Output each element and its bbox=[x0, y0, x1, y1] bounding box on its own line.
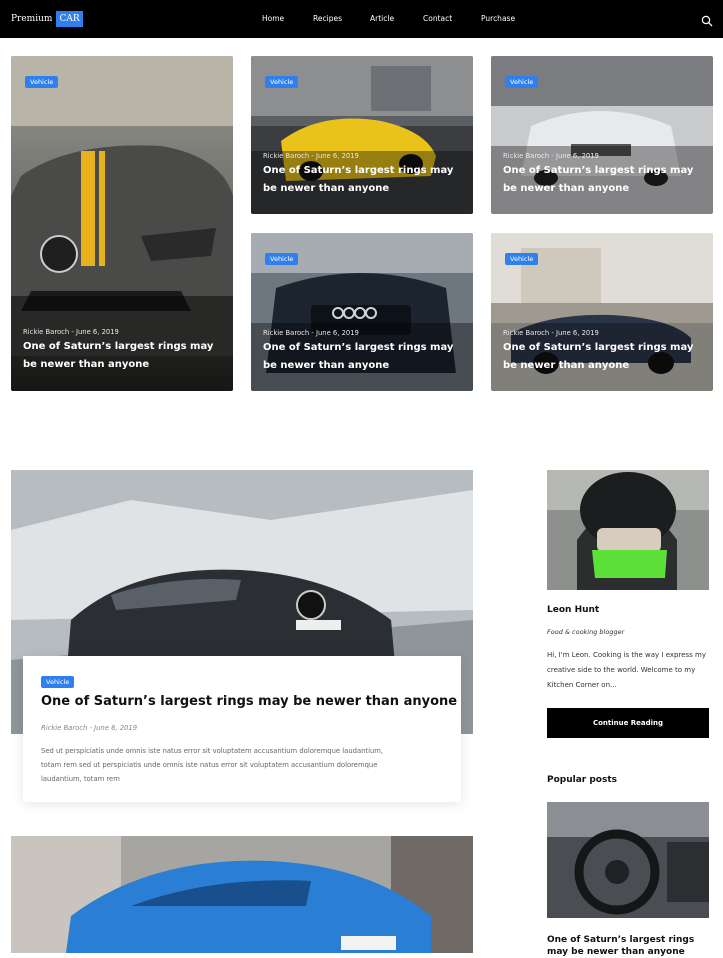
post-card[interactable]: Vehicle Rickie Baroch - June 6, 2019 One… bbox=[251, 233, 473, 391]
post-meta: Rickie Baroch - June 6, 2019 bbox=[23, 328, 119, 336]
post-meta: Rickie Baroch - June 6, 2019 bbox=[263, 152, 359, 160]
nav-recipes[interactable]: Recipes bbox=[313, 14, 342, 23]
popular-posts-heading: Popular posts bbox=[547, 775, 618, 785]
author-bio: Hi, I'm Leon. Cooking is the way I expre… bbox=[547, 651, 706, 689]
author-name: Leon Hunt bbox=[547, 605, 600, 615]
post-card[interactable]: Vehicle Rickie Baroch - June 6, 2019 One… bbox=[491, 233, 713, 391]
nav-article[interactable]: Article bbox=[370, 14, 394, 23]
category-tag[interactable]: Vehicle bbox=[505, 76, 539, 88]
author-role: Food & cooking blogger bbox=[547, 628, 625, 636]
nav-contact[interactable]: Contact bbox=[423, 14, 452, 23]
post-image[interactable] bbox=[11, 836, 473, 953]
post-meta: Rickie Baroch - June 6, 2019 bbox=[263, 329, 359, 337]
post-title[interactable]: One of Saturn’s largest rings may be new… bbox=[263, 339, 458, 374]
post-photo bbox=[11, 836, 473, 953]
featured-post-box: Vehicle One of Saturn’s largest rings ma… bbox=[23, 656, 461, 802]
post-title[interactable]: One of Saturn’s largest rings may be new… bbox=[263, 162, 458, 197]
author-avatar bbox=[547, 470, 709, 590]
post-meta: Rickie Baroch - June 6, 2019 bbox=[503, 329, 599, 337]
category-tag[interactable]: Vehicle bbox=[505, 253, 539, 265]
post-title[interactable]: One of Saturn’s largest rings may be new… bbox=[503, 162, 698, 197]
category-tag[interactable]: Vehicle bbox=[265, 76, 299, 88]
top-navbar: Premium CAR Home Recipes Article Contact… bbox=[0, 0, 723, 38]
post-card[interactable]: Vehicle Rickie Baroch - June 6, 2019 One… bbox=[491, 56, 713, 214]
post-title[interactable]: One of Saturn’s largest rings may be new… bbox=[503, 339, 698, 374]
main-nav: Home Recipes Article Contact Purchase bbox=[0, 14, 723, 26]
post-title[interactable]: One of Saturn’s largest rings may be new… bbox=[23, 338, 218, 373]
category-tag[interactable]: Vehicle bbox=[41, 676, 75, 688]
featured-title[interactable]: One of Saturn’s largest rings may be new… bbox=[41, 694, 457, 709]
nav-home[interactable]: Home bbox=[262, 14, 284, 23]
post-card[interactable]: Vehicle Rickie Baroch - June 6, 2019 One… bbox=[11, 56, 233, 391]
popular-post-image[interactable] bbox=[547, 802, 709, 918]
search-icon[interactable] bbox=[701, 12, 713, 27]
featured-excerpt: Sed ut perspiciatis unde omnis iste natu… bbox=[41, 747, 384, 783]
nav-purchase[interactable]: Purchase bbox=[481, 14, 515, 23]
featured-meta: Rickie Baroch - June 6, 2019 bbox=[41, 724, 138, 732]
category-tag[interactable]: Vehicle bbox=[25, 76, 59, 88]
continue-reading-button[interactable]: Continue Reading bbox=[547, 708, 709, 738]
category-tag[interactable]: Vehicle bbox=[265, 253, 299, 265]
popular-post-title[interactable]: One of Saturn’s largest rings may be new… bbox=[547, 934, 709, 958]
post-meta: Rickie Baroch - June 6, 2019 bbox=[503, 152, 599, 160]
post-card[interactable]: Vehicle Rickie Baroch - June 6, 2019 One… bbox=[251, 56, 473, 214]
